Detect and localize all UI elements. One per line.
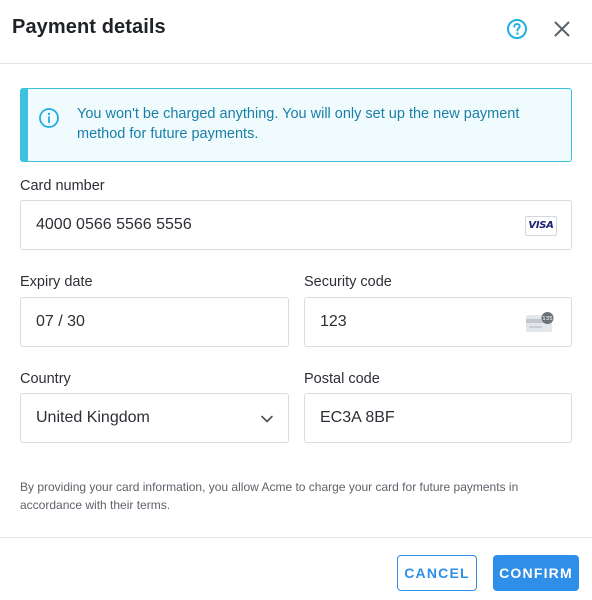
close-icon <box>554 21 570 37</box>
info-circle-icon <box>39 108 59 128</box>
dialog-footer: CANCEL CONFIRM <box>0 537 592 600</box>
visa-card-icon: VISA <box>525 216 557 236</box>
card-cvc-icon: 135 <box>526 312 554 332</box>
security-code-value: 123 <box>320 313 347 330</box>
expiry-date-value: 07 / 30 <box>36 313 85 330</box>
question-circle-icon <box>507 19 527 39</box>
country-label: Country <box>20 371 71 387</box>
legal-text: By providing your card information, you … <box>20 480 519 512</box>
expiry-date-label: Expiry date <box>20 274 93 290</box>
expiry-date-input[interactable]: 07 / 30 <box>20 297 289 347</box>
postal-code-value: EC3A 8BF <box>320 409 395 426</box>
notice-text: You won't be charged anything. You will … <box>77 106 520 142</box>
card-number-label: Card number <box>20 178 105 194</box>
info-notice: You won't be charged anything. You will … <box>20 88 572 162</box>
country-value: United Kingdom <box>36 409 150 426</box>
chevron-down-icon <box>261 415 273 423</box>
card-number-input[interactable]: 4000 0566 5566 5556 VISA <box>20 200 572 250</box>
cancel-button[interactable]: CANCEL <box>397 555 477 591</box>
close-button[interactable] <box>550 17 574 41</box>
dialog-title: Payment details <box>12 16 166 38</box>
card-number-value: 4000 0566 5566 5556 <box>36 216 192 233</box>
security-code-label: Security code <box>304 274 392 290</box>
postal-code-label: Postal code <box>304 371 380 387</box>
country-select[interactable]: United Kingdom <box>20 393 289 443</box>
help-button[interactable] <box>505 17 529 41</box>
security-code-input[interactable]: 123 135 <box>304 297 572 347</box>
postal-code-input[interactable]: EC3A 8BF <box>304 393 572 443</box>
confirm-button[interactable]: CONFIRM <box>493 555 579 591</box>
cvc-icon-number: 135 <box>542 316 553 322</box>
dialog-header: Payment details <box>0 0 592 64</box>
